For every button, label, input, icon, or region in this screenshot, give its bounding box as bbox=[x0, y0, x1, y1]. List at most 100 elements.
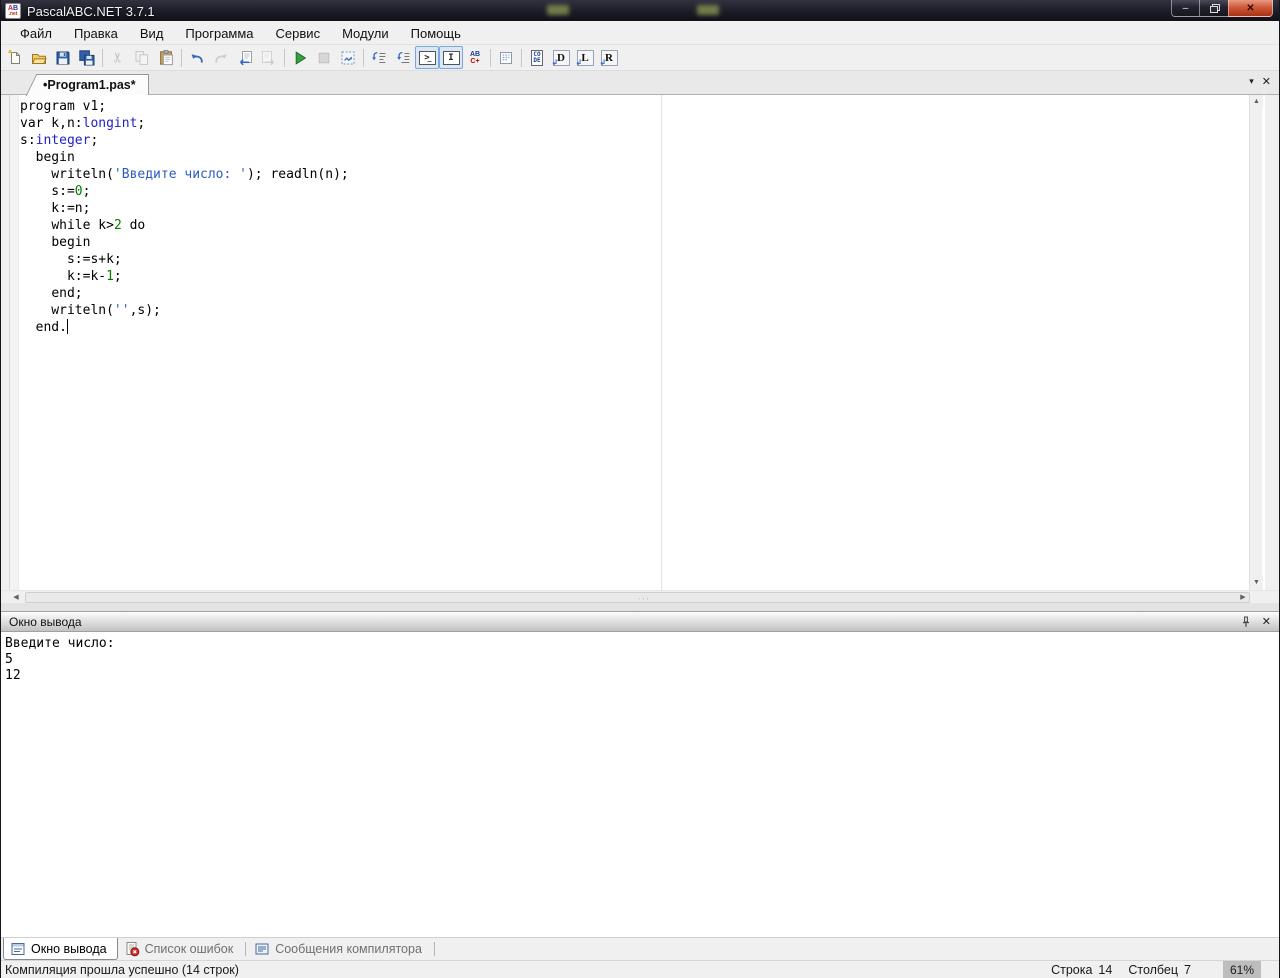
toolbar-separator bbox=[181, 48, 182, 67]
status-bar: Компиляция прошла успешно (14 строк) Стр… bbox=[1, 960, 1279, 978]
code-line: begin bbox=[35, 150, 75, 165]
code-completion-icon: AB C+ bbox=[469, 50, 481, 65]
code-line: end. bbox=[35, 319, 68, 335]
menu-view[interactable]: Вид bbox=[129, 24, 175, 43]
form-designer-button[interactable] bbox=[494, 46, 518, 69]
toolbar-separator bbox=[102, 48, 103, 67]
paste-button[interactable] bbox=[154, 46, 178, 69]
restore-button[interactable] bbox=[1200, 0, 1228, 17]
undo-button[interactable] bbox=[185, 46, 209, 69]
toolbar: ✂ > _ I AB C+ CO DE ↲ D ↲ L ↲ R bbox=[1, 45, 1279, 71]
menu-file[interactable]: Файл bbox=[9, 24, 63, 43]
disassembly-l-icon: ↲ L bbox=[576, 49, 594, 66]
nav-forward-button[interactable] bbox=[257, 46, 281, 69]
app-window: AB .net PascalABC.NET 3.7.1 – ✕ Файл Пра… bbox=[0, 0, 1280, 978]
new-file-button[interactable] bbox=[3, 46, 27, 69]
text-caret bbox=[66, 319, 68, 334]
save-all-button[interactable] bbox=[75, 46, 99, 69]
save-file-button[interactable] bbox=[51, 46, 75, 69]
nav-back-button[interactable] bbox=[233, 46, 257, 69]
app-logo-icon: AB .net bbox=[5, 3, 21, 19]
nav-forward-icon bbox=[260, 49, 278, 67]
code-templates-button[interactable]: CO DE bbox=[525, 46, 549, 69]
redo-button[interactable] bbox=[209, 46, 233, 69]
open-file-button[interactable] bbox=[27, 46, 51, 69]
paste-icon bbox=[157, 49, 175, 67]
pin-icon[interactable] bbox=[1240, 616, 1252, 628]
code-completion-button[interactable]: AB C+ bbox=[463, 46, 487, 69]
horizontal-scrollbar[interactable]: ◀ ∙∙∙ ▶ bbox=[1, 590, 1279, 604]
code-templates-icon: CO DE bbox=[531, 49, 543, 66]
menu-help[interactable]: Помощь bbox=[400, 24, 472, 43]
document-tab-strip: •Program1.pas* ▾ ✕ bbox=[1, 71, 1279, 95]
code-line: program v1; bbox=[20, 99, 107, 114]
copy-button[interactable] bbox=[130, 46, 154, 69]
tab-error-list[interactable]: Список ошибок bbox=[118, 938, 244, 960]
output-panel-title: Окно вывода bbox=[9, 615, 82, 629]
toolbar-separator bbox=[521, 48, 522, 67]
status-column-label: Столбец bbox=[1128, 962, 1179, 977]
disassembly-d-button[interactable]: ↲ D bbox=[549, 46, 573, 69]
scrollbar-grip-icon: ∙∙∙ bbox=[638, 594, 651, 603]
tab-list-dropdown-icon[interactable]: ▾ bbox=[1249, 76, 1254, 87]
run-without-connection-button[interactable] bbox=[336, 46, 360, 69]
status-message: Компиляция прошла успешно (14 строк) bbox=[5, 962, 239, 977]
close-button[interactable]: ✕ bbox=[1228, 0, 1273, 17]
menu-bar: Файл Правка Вид Программа Сервис Модули … bbox=[1, 22, 1279, 45]
form-designer-icon bbox=[497, 49, 515, 67]
output-close-icon[interactable]: ✕ bbox=[1262, 615, 1271, 628]
tab-compiler-messages[interactable]: Сообщения компилятора bbox=[248, 938, 432, 960]
menu-edit[interactable]: Правка bbox=[63, 24, 129, 43]
error-list-icon bbox=[126, 942, 139, 957]
code-line: s:=s+k; bbox=[20, 252, 122, 267]
tab-error-list-label: Список ошибок bbox=[144, 942, 234, 956]
code-line: begin bbox=[51, 235, 91, 250]
disassembly-r-button[interactable]: ↲ R bbox=[597, 46, 621, 69]
panel-splitter[interactable] bbox=[1, 603, 1279, 611]
disassembly-l-button[interactable]: ↲ L bbox=[573, 46, 597, 69]
minimize-button[interactable]: – bbox=[1171, 0, 1200, 17]
format-code-button[interactable] bbox=[367, 46, 391, 69]
new-file-icon bbox=[6, 49, 24, 67]
toolbar-separator bbox=[490, 48, 491, 67]
vertical-scrollbar[interactable]: ▲ ▼ bbox=[1249, 95, 1263, 590]
code-editor[interactable]: program v1; var k,n:longint; s:integer; be… bbox=[9, 95, 1265, 590]
stop-button[interactable] bbox=[312, 46, 336, 69]
editor-margin-line bbox=[661, 95, 662, 590]
run-button[interactable] bbox=[288, 46, 312, 69]
ibeam-toggle-button[interactable]: I bbox=[439, 46, 463, 69]
menu-modules[interactable]: Модули bbox=[331, 24, 400, 43]
console-window-toggle-button[interactable]: > _ bbox=[415, 46, 439, 69]
code-line: var k,n:longint; bbox=[20, 116, 146, 131]
code-line: s:integer; bbox=[20, 133, 99, 148]
auto-indent-button[interactable] bbox=[391, 46, 415, 69]
tab-output-window[interactable]: Окно вывода bbox=[3, 938, 118, 960]
tab-compiler-messages-label: Сообщения компилятора bbox=[275, 942, 422, 956]
save-all-icon bbox=[78, 49, 96, 67]
tab-close-icon[interactable]: ✕ bbox=[1262, 75, 1271, 88]
status-line-label: Строка bbox=[1051, 962, 1093, 977]
code-text[interactable]: program v1; var k,n:longint; s:integer; be… bbox=[20, 98, 349, 336]
editor-gutter bbox=[10, 95, 19, 590]
toolbar-separator bbox=[284, 48, 285, 67]
auto-indent-icon bbox=[394, 49, 412, 67]
copy-icon bbox=[133, 49, 151, 67]
save-file-icon bbox=[54, 49, 72, 67]
cut-button[interactable]: ✂ bbox=[106, 46, 130, 69]
cut-icon: ✂ bbox=[109, 51, 126, 64]
output-text: Введите число: 5 12 bbox=[5, 636, 115, 683]
output-panel-titlebar: Окно вывода ✕ bbox=[1, 611, 1279, 632]
code-line: s:=0; bbox=[20, 184, 91, 199]
disassembly-d-icon: ↲ D bbox=[552, 49, 570, 66]
restore-icon bbox=[1209, 4, 1220, 13]
menu-program[interactable]: Программа bbox=[174, 24, 264, 43]
scroll-up-icon[interactable]: ▲ bbox=[1250, 95, 1263, 109]
titlebar-artifact bbox=[547, 5, 569, 15]
tab-program1[interactable]: •Program1.pas* bbox=[39, 74, 149, 95]
horizontal-scrollbar-thumb[interactable]: ∙∙∙ bbox=[25, 592, 1250, 603]
menu-service[interactable]: Сервис bbox=[265, 24, 332, 43]
scroll-down-icon[interactable]: ▼ bbox=[1250, 576, 1263, 590]
zoom-level-indicator[interactable]: 61% bbox=[1223, 960, 1261, 978]
console-window-toggle-icon: > _ bbox=[418, 50, 436, 65]
run-without-connection-icon bbox=[339, 49, 357, 67]
